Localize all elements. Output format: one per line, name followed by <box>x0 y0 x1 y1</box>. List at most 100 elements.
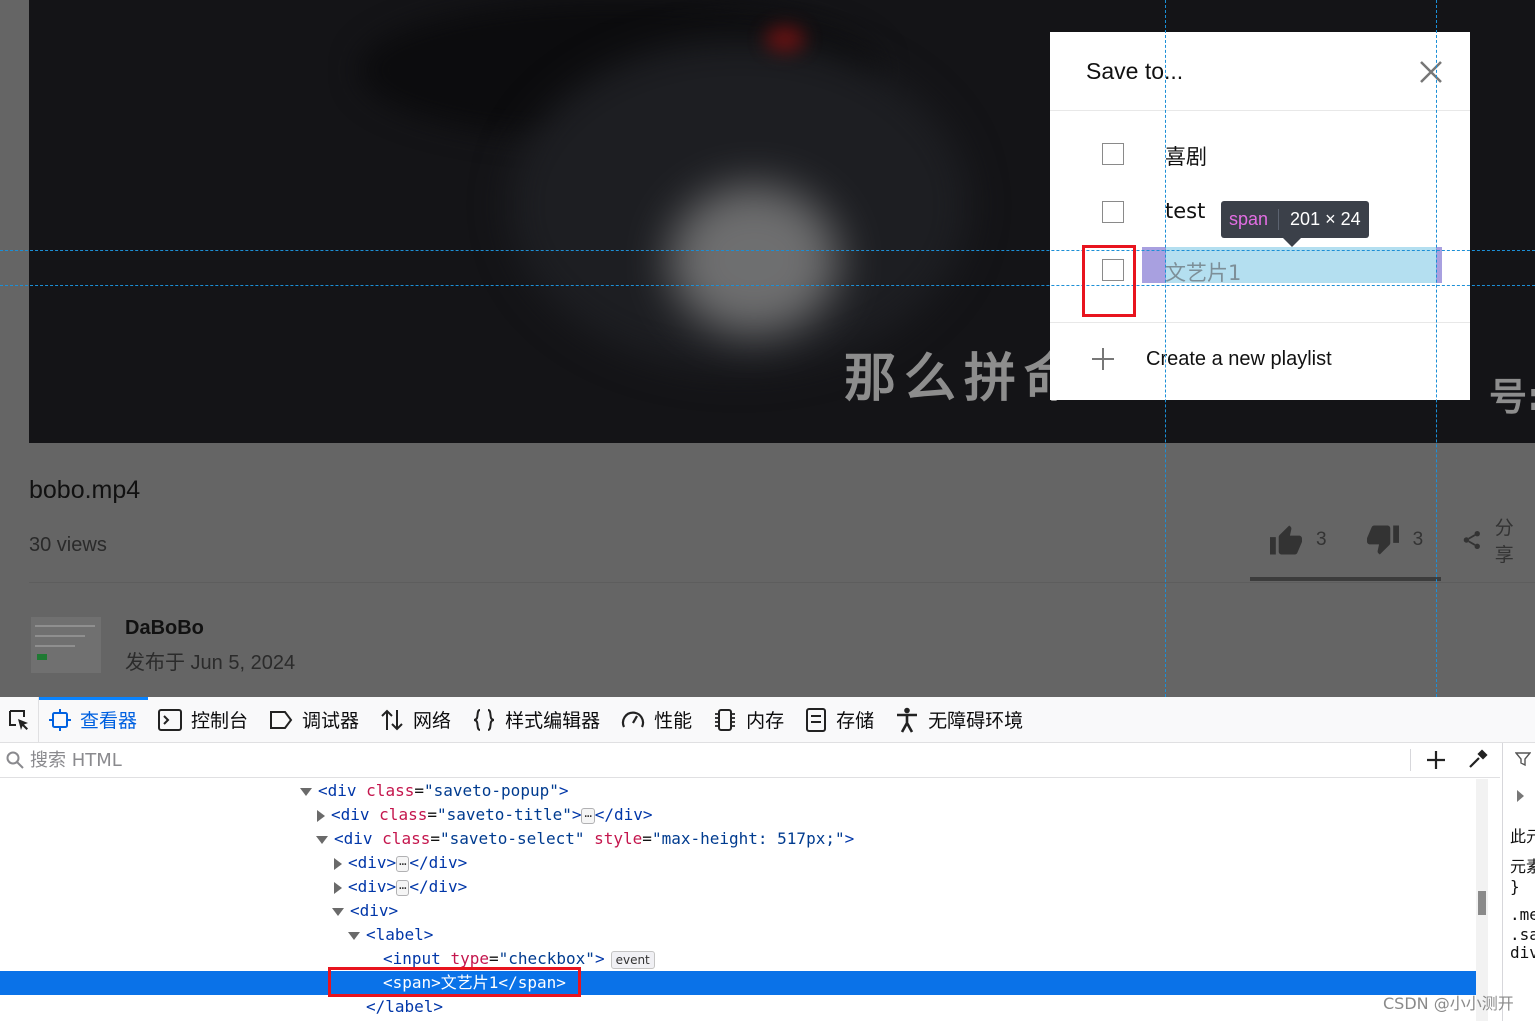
node-tag: <div <box>334 829 373 848</box>
collapsed-ellipsis[interactable]: ⋯ <box>396 855 410 872</box>
inspector-guide <box>1165 0 1166 697</box>
video-page: 那么拼命 号: bobo.mp4 30 views 3 3 分享 DaBoBo … <box>0 0 1535 697</box>
video-subtitle-partial: 号: <box>1489 375 1535 419</box>
dialog-title: Save to... <box>1086 58 1184 84</box>
tree-scrollbar[interactable] <box>1476 779 1488 1021</box>
playlist-label: 文艺片1 <box>1165 261 1242 285</box>
collapsed-ellipsis[interactable]: ⋯ <box>396 879 410 896</box>
tree-node[interactable]: <div class="saveto-select" style="max-he… <box>0 827 1476 851</box>
tree-node[interactable]: <label> <box>0 923 1476 947</box>
tab-network[interactable]: 网络 <box>370 697 462 742</box>
close-icon <box>1420 61 1442 83</box>
annotation-box <box>1082 245 1136 317</box>
element-picker-button[interactable] <box>0 697 39 742</box>
tab-performance[interactable]: 性能 <box>611 697 703 742</box>
playlist-item[interactable]: 文艺片1 <box>1102 247 1442 285</box>
like-count: 3 <box>1316 529 1327 550</box>
tab-label: 内存 <box>746 710 785 732</box>
node-eq: = <box>414 781 424 800</box>
node-attr: class <box>366 781 415 800</box>
video-subtitle: 那么拼命 <box>844 349 1085 409</box>
node-attr: type <box>450 949 489 968</box>
tab-inspector[interactable]: 查看器 <box>39 697 149 742</box>
tab-storage[interactable]: 存储 <box>795 697 885 742</box>
create-playlist-button[interactable]: Create a new playlist <box>1090 346 1332 372</box>
rules-text: } <box>1510 877 1520 896</box>
eyedropper-button[interactable] <box>1467 748 1489 775</box>
tooltip-tag: span <box>1221 209 1280 230</box>
node-attr: style <box>594 829 643 848</box>
node-tag: <div> <box>348 853 397 872</box>
channel-name[interactable]: DaBoBo <box>125 617 204 640</box>
node-eq: = <box>427 805 437 824</box>
network-icon <box>381 709 403 730</box>
share-icon <box>1463 530 1481 550</box>
eyedropper-icon <box>1469 749 1488 768</box>
tree-node-selected[interactable]: <span>文艺片1</span> <box>0 971 1476 995</box>
node-eq: = <box>642 829 652 848</box>
tab-label: 无障碍环境 <box>928 710 1024 732</box>
like-button[interactable]: 3 <box>1268 524 1327 556</box>
console-icon <box>158 708 183 731</box>
share-button[interactable]: 分享 <box>1461 513 1522 567</box>
rules-text: 此元 <box>1510 827 1535 846</box>
memory-icon <box>715 708 736 731</box>
thumbs-down-icon <box>1366 525 1399 555</box>
tree-node[interactable]: <div> ⋯ </div> <box>0 875 1476 899</box>
node-eq: = <box>488 949 499 968</box>
tab-memory[interactable]: 内存 <box>703 697 795 742</box>
node-close: > <box>594 949 605 968</box>
dislike-button[interactable]: 3 <box>1365 524 1423 556</box>
dialog-divider <box>1050 110 1470 111</box>
event-badge[interactable]: event <box>610 950 655 969</box>
video-actions: 3 3 分享 <box>1268 518 1535 566</box>
tree-node[interactable]: </label> <box>0 995 1476 1019</box>
tree-node[interactable]: <div> ⋯ </div> <box>0 851 1476 875</box>
view-count: 30 views <box>29 534 107 556</box>
tree-node[interactable]: <div> <box>0 899 1476 923</box>
rules-text: .me <box>1510 905 1535 924</box>
playlist-label: 喜剧 <box>1165 145 1207 169</box>
node-tag: <div> <box>348 877 397 896</box>
node-end-tag: </div> <box>409 877 468 896</box>
playlist-label: test <box>1165 199 1206 223</box>
node-close: > <box>571 805 582 824</box>
tab-console[interactable]: 控制台 <box>148 697 259 742</box>
tree-node[interactable]: <div class="saveto-popup"> <box>0 779 1476 803</box>
inspector-guide <box>0 250 1535 251</box>
tab-label: 性能 <box>654 710 693 732</box>
tab-style-editor[interactable]: 样式编辑器 <box>462 697 611 742</box>
rules-text: div <box>1510 943 1535 962</box>
tab-label: 调试器 <box>302 710 360 732</box>
devtools-panel: 查看器 控制台 调试器 网络 样式编辑器 性能 内存 存储 无障碍环境 搜索 H… <box>0 697 1535 1021</box>
node-tag: <div <box>318 781 357 800</box>
tab-label: 存储 <box>836 710 875 732</box>
playlist-checkbox[interactable] <box>1102 201 1124 223</box>
channel-avatar[interactable] <box>31 617 101 673</box>
node-tag: <div <box>331 805 370 824</box>
inspector-guide <box>0 285 1535 286</box>
plus-icon <box>1427 751 1445 769</box>
tab-debugger[interactable]: 调试器 <box>259 697 370 742</box>
inspector-tooltip: span 201 × 24 <box>1221 201 1369 247</box>
actions-underline <box>1250 577 1441 581</box>
inspector-icon <box>49 708 71 731</box>
dialog-divider <box>1050 322 1470 323</box>
playlist-checkbox[interactable] <box>1102 143 1124 165</box>
publish-date: 发布于 Jun 5, 2024 <box>125 652 296 674</box>
node-tag: <div> <box>350 901 399 920</box>
watermark: CSDN @小小测开 <box>1383 994 1514 1013</box>
search-input[interactable] <box>28 748 1392 772</box>
collapsed-ellipsis[interactable]: ⋯ <box>581 807 595 824</box>
close-button[interactable] <box>1418 59 1444 90</box>
tab-accessibility[interactable]: 无障碍环境 <box>885 697 1034 742</box>
add-node-button[interactable] <box>1425 749 1447 776</box>
playlist-item[interactable]: 喜剧 <box>1102 143 1432 169</box>
tab-label: 控制台 <box>191 710 249 732</box>
tab-label: 样式编辑器 <box>505 710 601 732</box>
tree-node[interactable]: <input type="checkbox"> event <box>0 947 1476 971</box>
divider <box>29 582 1535 583</box>
accessibility-icon <box>897 707 918 733</box>
tree-node[interactable]: <div class="saveto-title"> ⋯ </div> <box>0 803 1476 827</box>
tooltip-size: 201 × 24 <box>1290 209 1361 229</box>
